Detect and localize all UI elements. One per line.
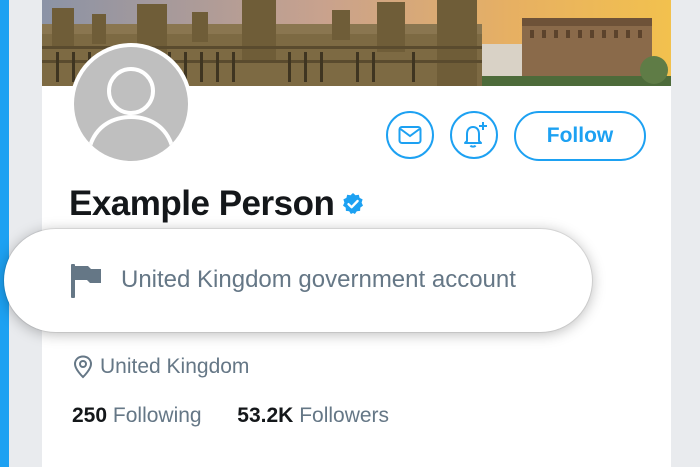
following-stat[interactable]: 250 Following [72,404,207,427]
following-count: 250 [72,404,108,427]
default-avatar-icon [74,47,188,161]
profile-name: Example Person [69,184,335,223]
location-pin-icon [73,355,93,379]
account-label-callout: United Kingdom government account [4,229,592,332]
message-button[interactable] [386,111,434,159]
followers-count: 53.2K [237,404,294,427]
verified-badge-icon [341,192,365,221]
flag-icon [70,263,104,304]
follow-button[interactable]: Follow [514,111,646,161]
government-label-text: United Kingdom government account [121,266,516,293]
location-text: United Kingdom [100,355,250,378]
envelope-icon [398,126,422,144]
profile-name-row: Example Person [69,184,365,224]
notifications-button[interactable] [450,111,498,159]
bell-plus-icon [464,122,487,148]
profile-stats: 250 Following 53.2K Followers [72,404,389,428]
following-label: Following [112,404,202,427]
followers-label: Followers [299,404,390,427]
followers-stat[interactable]: 53.2K Followers [231,404,389,427]
profile-avatar[interactable] [70,43,192,165]
left-edge-bar [0,0,9,467]
profile-location: United Kingdom [72,355,249,379]
